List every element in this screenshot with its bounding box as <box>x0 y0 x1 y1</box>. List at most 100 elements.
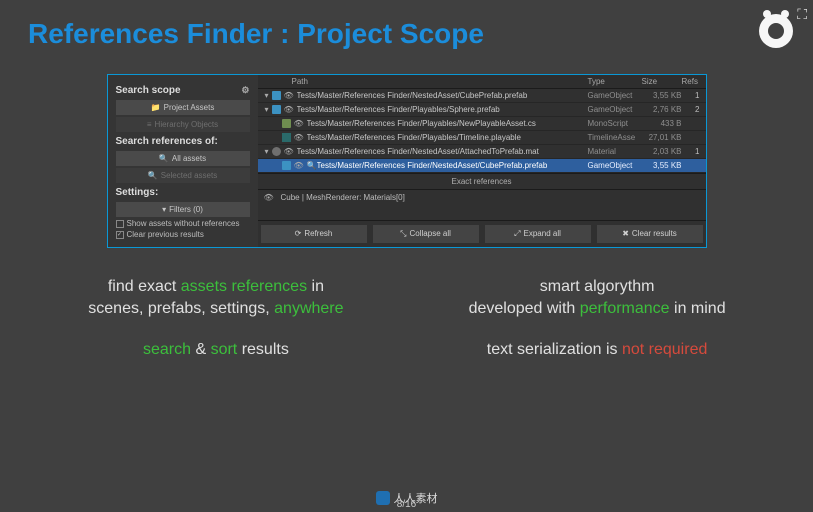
pr2b: performance <box>580 300 670 317</box>
path-cell: Tests/Master/References Finder/NestedAss… <box>317 161 588 170</box>
bottom-toolbar: ⟳ Refresh ⤡ Collapse all ⤢ Expand all ✖ … <box>258 220 706 247</box>
asset-icon <box>272 91 281 100</box>
type-cell: GameObject <box>588 161 646 170</box>
pl1c: in <box>307 278 324 295</box>
path-cell: Tests/Master/References Finder/NestedAss… <box>297 91 588 100</box>
size-cell: 2,76 KB <box>646 105 686 114</box>
eye-icon[interactable]: 👁 <box>294 119 304 128</box>
gear-icon[interactable]: ⚙ <box>241 85 249 96</box>
table-row[interactable]: ▾ 👁Tests/Master/References Finder/Playabl… <box>258 103 706 117</box>
pl3a: search <box>143 341 191 358</box>
watermark-icon <box>376 491 390 505</box>
pl3b: sort <box>211 341 238 358</box>
table-row[interactable]: 👁Tests/Master/References Finder/Playable… <box>258 131 706 145</box>
pl2b: anywhere <box>274 300 343 317</box>
pl1b: assets references <box>181 278 307 295</box>
hierarchy-label: Hierarchy Objects <box>155 120 219 129</box>
search-icon[interactable]: 🔍 <box>307 161 317 170</box>
pl2a: scenes, prefabs, settings, <box>88 300 274 317</box>
table-row[interactable]: 👁🔍Tests/Master/References Finder/NestedA… <box>258 159 706 173</box>
col-path[interactable]: Path <box>262 77 588 86</box>
pl3amp: & <box>191 341 211 358</box>
type-cell: Material <box>588 147 646 156</box>
all-assets-button[interactable]: 🔍 All assets <box>116 151 250 166</box>
table-row[interactable]: ▾ 👁Tests/Master/References Finder/NestedA… <box>258 145 706 159</box>
results-pane: Path Type Size Refs ▾👁Tests/Master/Refer… <box>258 75 706 247</box>
promo-right: smart algorythm developed with performan… <box>421 276 773 361</box>
asset-icon <box>272 105 281 114</box>
pr2a: developed with <box>469 300 580 317</box>
finder-panel: Search scope ⚙ 📁 Project Assets ≡ Hierar… <box>107 74 707 248</box>
asset-icon <box>272 147 281 156</box>
scope-heading: Search scope ⚙ <box>116 85 250 96</box>
path-cell: Tests/Master/References Finder/Playables… <box>307 133 588 142</box>
refresh-label: Refresh <box>304 229 332 239</box>
collapse-all-button[interactable]: ⤡ Collapse all <box>373 225 479 243</box>
asset-icon <box>282 161 291 170</box>
refs-cell: 1 <box>686 91 702 100</box>
collapse-label: Collapse all <box>410 229 451 239</box>
pl3c: results <box>237 341 289 358</box>
pr3a: text serialization is <box>487 341 622 358</box>
show-without-refs-checkbox[interactable]: Show assets without references <box>116 219 250 228</box>
refresh-button[interactable]: ⟳ Refresh <box>261 225 367 243</box>
refs-cell: 1 <box>686 147 702 156</box>
all-assets-label: All assets <box>172 154 206 163</box>
settings-heading: Settings: <box>116 187 250 198</box>
table-header: Path Type Size Refs <box>258 75 706 89</box>
detail-text: Cube | MeshRenderer: Materials[0] <box>281 193 405 202</box>
eye-icon[interactable]: 👁 <box>294 133 304 142</box>
eye-icon: 👁 <box>264 193 274 202</box>
type-cell: GameObject <box>588 91 646 100</box>
promo-text: find exact assets references in scenes, … <box>40 276 773 361</box>
scope-heading-label: Search scope <box>116 85 181 96</box>
path-cell: Tests/Master/References Finder/Playables… <box>307 119 588 128</box>
hierarchy-objects-button[interactable]: ≡ Hierarchy Objects <box>116 117 250 132</box>
eye-icon[interactable]: 👁 <box>284 147 294 156</box>
sidebar: Search scope ⚙ 📁 Project Assets ≡ Hierar… <box>108 75 258 247</box>
exact-references-bar: Exact references <box>258 173 706 190</box>
eye-icon[interactable]: 👁 <box>284 105 294 114</box>
filters-button[interactable]: ▾ Filters (0) <box>116 202 250 217</box>
fullscreen-icon[interactable]: ⛶ <box>797 6 807 23</box>
col-size[interactable]: Size <box>642 77 682 86</box>
path-cell: Tests/Master/References Finder/Playables… <box>297 105 588 114</box>
clear-results-button[interactable]: ✖ Clear results <box>597 225 703 243</box>
page-indicator: 8/16 <box>397 499 416 510</box>
size-cell: 3,55 KB <box>646 91 686 100</box>
type-cell: GameObject <box>588 105 646 114</box>
clear-label: Clear results <box>632 229 677 239</box>
filters-label: Filters (0) <box>169 205 203 214</box>
promo-left: find exact assets references in scenes, … <box>40 276 392 361</box>
app-logo-icon <box>759 14 793 48</box>
table-row[interactable]: ▾ 👁Tests/Master/References Finder/NestedA… <box>258 89 706 103</box>
pr2c: in mind <box>670 300 726 317</box>
chevron-down-icon[interactable]: ▾ <box>262 105 272 114</box>
col-type[interactable]: Type <box>588 77 642 86</box>
pr1a: smart algorythm <box>540 278 655 295</box>
type-cell: MonoScript <box>588 119 646 128</box>
clear-prev-label: Clear previous results <box>127 230 204 239</box>
clear-previous-checkbox[interactable]: ✓Clear previous results <box>116 230 250 239</box>
path-cell: Tests/Master/References Finder/NestedAss… <box>297 147 588 156</box>
refs-heading: Search references of: <box>116 136 250 147</box>
project-assets-label: Project Assets <box>164 103 215 112</box>
expand-all-button[interactable]: ⤢ Expand all <box>485 225 591 243</box>
refs-cell: 2 <box>686 105 702 114</box>
eye-icon[interactable]: 👁 <box>284 91 294 100</box>
size-cell: 2,03 KB <box>646 147 686 156</box>
selected-assets-label: Selected assets <box>161 171 217 180</box>
table-row[interactable]: 👁Tests/Master/References Finder/Playable… <box>258 117 706 131</box>
chevron-down-icon[interactable]: ▾ <box>262 147 272 156</box>
detail-row[interactable]: 👁 Cube | MeshRenderer: Materials[0] <box>258 190 706 205</box>
asset-icon <box>282 119 291 128</box>
selected-assets-button[interactable]: 🔍 Selected assets <box>116 168 250 183</box>
eye-icon[interactable]: 👁 <box>294 161 304 170</box>
col-refs[interactable]: Refs <box>682 77 702 86</box>
show-without-label: Show assets without references <box>127 219 240 228</box>
size-cell: 3,55 KB <box>646 161 686 170</box>
asset-icon <box>282 133 291 142</box>
size-cell: 433 B <box>646 119 686 128</box>
chevron-down-icon[interactable]: ▾ <box>262 91 272 100</box>
project-assets-button[interactable]: 📁 Project Assets <box>116 100 250 115</box>
